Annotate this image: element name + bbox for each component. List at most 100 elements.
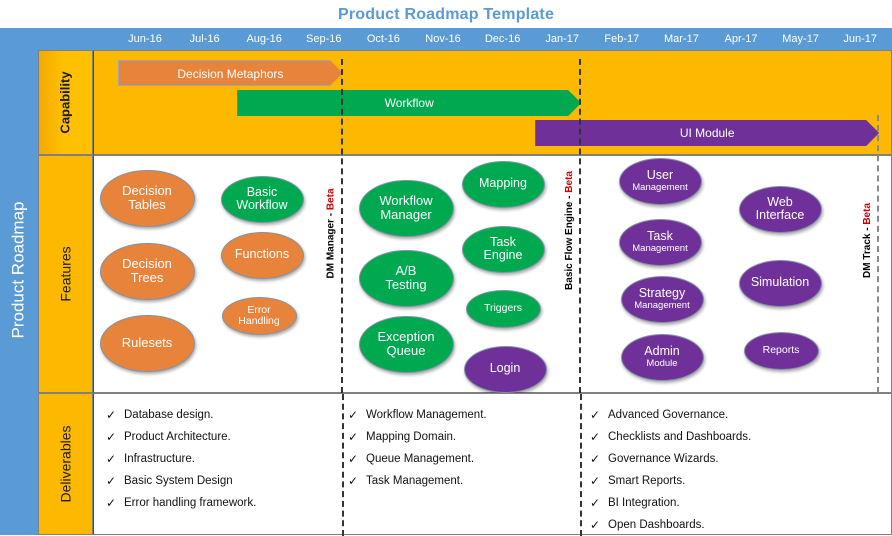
deliverable-item-text: Advanced Governance. [608, 409, 729, 421]
feature-oval[interactable]: Decision Trees [99, 242, 195, 300]
feature-oval-label: Web Interface [756, 194, 805, 223]
feature-oval-line2: Queue [386, 343, 426, 358]
deliverable-item-text: Open Dashboards. [608, 519, 705, 531]
feature-oval-line1: Web [767, 194, 793, 209]
deliverable-item-text: BI Integration. [608, 497, 680, 509]
check-icon: ✓ [105, 496, 117, 510]
roadmap-page: Product Roadmap Template Jun-16 Jul-16 Aug… [0, 0, 892, 536]
feature-oval[interactable]: Mapping [461, 160, 545, 208]
vertical-roadmap-label: Product Roadmap [0, 150, 38, 390]
feature-oval-label: User Management [632, 169, 687, 193]
feature-oval[interactable]: Admin Module [620, 333, 704, 381]
milestone-beta-tag: Beta [325, 187, 337, 210]
deliverable-item-text: Workflow Management. [366, 409, 487, 421]
check-icon: ✓ [105, 430, 117, 444]
deliverables-separator [580, 394, 583, 536]
milestone-label-text: DM Manager - Beta [325, 187, 337, 279]
feature-oval[interactable]: Exception Queue [358, 315, 454, 373]
feature-oval-line2: Tables [128, 197, 166, 212]
feature-oval[interactable]: Error Handling [221, 297, 297, 335]
feature-oval[interactable]: Functions [220, 231, 304, 279]
check-icon: ✓ [347, 430, 359, 444]
feature-oval[interactable]: A/B Testing [358, 249, 454, 307]
deliverable-item: ✓ Product Architecture. [102, 426, 256, 448]
timeline-month: Mar-17 [663, 33, 699, 45]
check-icon: ✓ [589, 474, 601, 488]
row-header-deliverables: Deliverables [38, 393, 93, 535]
feature-oval[interactable]: Decision Tables [99, 169, 195, 227]
milestone-line [877, 115, 880, 393]
feature-oval-label: Rulesets [121, 334, 173, 350]
check-icon: ✓ [105, 474, 117, 488]
vertical-roadmap-label-text: Product Roadmap [9, 201, 28, 339]
deliverable-item: ✓ Database design. [102, 404, 256, 426]
capability-bar[interactable]: UI Module [535, 120, 879, 146]
check-icon: ✓ [347, 408, 359, 422]
milestone-label: DM Track - Beta [859, 202, 875, 277]
feature-oval-line1: Mapping [479, 176, 527, 191]
feature-oval[interactable]: Workflow Manager [358, 179, 454, 237]
feature-oval[interactable]: Rulesets [99, 314, 195, 372]
deliverable-item-text: Error handling framework. [124, 497, 257, 509]
milestone-label-text: Basic Flow Engine - Beta [563, 170, 575, 290]
deliverable-item: ✓ Smart Reports. [586, 470, 751, 492]
check-icon: ✓ [589, 452, 601, 466]
check-icon: ✓ [589, 408, 601, 422]
feature-oval-label: A/B Testing [385, 263, 427, 292]
deliverable-item-text: Product Architecture. [124, 431, 231, 443]
capability-bar-label: Workflow [384, 96, 434, 110]
deliverable-item-text: Governance Wizards. [608, 453, 719, 465]
feature-oval[interactable]: Triggers [465, 290, 541, 328]
timeline-month: Oct-16 [366, 33, 400, 45]
feature-oval-line2: Testing [385, 277, 427, 292]
feature-oval[interactable]: Simulation [738, 259, 822, 307]
feature-oval-line1: Functions [234, 247, 290, 262]
feature-oval-line1: Login [489, 361, 521, 376]
capability-track: Decision Metaphors Workflow UI Module [93, 50, 892, 155]
timeline-month: Sep-16 [306, 33, 342, 45]
row-header-deliverables-text: Deliverables [57, 425, 74, 503]
deliverable-item: ✓ BI Integration. [586, 492, 751, 514]
feature-oval[interactable]: Login [463, 345, 547, 393]
feature-oval-line2: Handling [238, 315, 280, 327]
feature-oval[interactable]: Basic Workflow [220, 175, 304, 223]
deliverable-item-text: Mapping Domain. [366, 431, 457, 443]
timeline-month: Dec-16 [484, 33, 521, 45]
feature-oval[interactable]: Task Management [618, 218, 702, 266]
feature-oval-label: Triggers [484, 302, 522, 314]
deliverables-separator [341, 394, 344, 536]
feature-oval[interactable]: Reports [743, 332, 819, 370]
timeline-month: Jul-16 [189, 33, 220, 45]
feature-oval-label: Decision Tables [122, 182, 172, 212]
deliverable-item: ✓ Task Management. [344, 470, 487, 492]
capability-bar[interactable]: Decision Metaphors [118, 60, 343, 86]
feature-oval[interactable]: User Management [618, 157, 702, 205]
deliverable-item: ✓ Infrastructure. [102, 448, 256, 470]
feature-oval-line1: Rulesets [121, 334, 173, 350]
deliverable-item-text: Task Management. [366, 475, 464, 487]
check-icon: ✓ [589, 496, 601, 510]
timeline-month: Jun-16 [128, 33, 162, 45]
feature-oval[interactable]: Web Interface [738, 185, 822, 233]
capability-bar-label: Decision Metaphors [177, 67, 284, 81]
deliverables-area: ✓ Database design. ✓ Product Architecture. ✓… [93, 393, 892, 536]
feature-oval-label: Decision Trees [122, 255, 172, 285]
timeline-month: Nov-16 [425, 33, 461, 45]
feature-oval-line1: Decision [122, 182, 172, 198]
check-icon: ✓ [347, 474, 359, 488]
timeline-month: Apr-17 [724, 33, 758, 45]
page-title: Product Roadmap Template [337, 6, 555, 23]
deliverable-item-text: Infrastructure. [124, 453, 195, 465]
check-icon: ✓ [589, 518, 601, 532]
feature-oval-label: Mapping [479, 177, 527, 191]
feature-oval-line2: Workflow [236, 198, 288, 212]
capability-bar[interactable]: Workflow [237, 90, 581, 116]
feature-oval-line2: Module [646, 357, 678, 369]
milestone-label-text: DM Track - Beta [861, 202, 873, 278]
feature-oval-line1: Decision [122, 255, 172, 271]
feature-oval[interactable]: Task Engine [461, 225, 545, 273]
feature-oval-line2: Management [634, 299, 690, 311]
feature-oval[interactable]: Strategy Management [620, 275, 704, 323]
deliverable-item-text: Smart Reports. [608, 475, 686, 487]
check-icon: ✓ [589, 430, 601, 444]
